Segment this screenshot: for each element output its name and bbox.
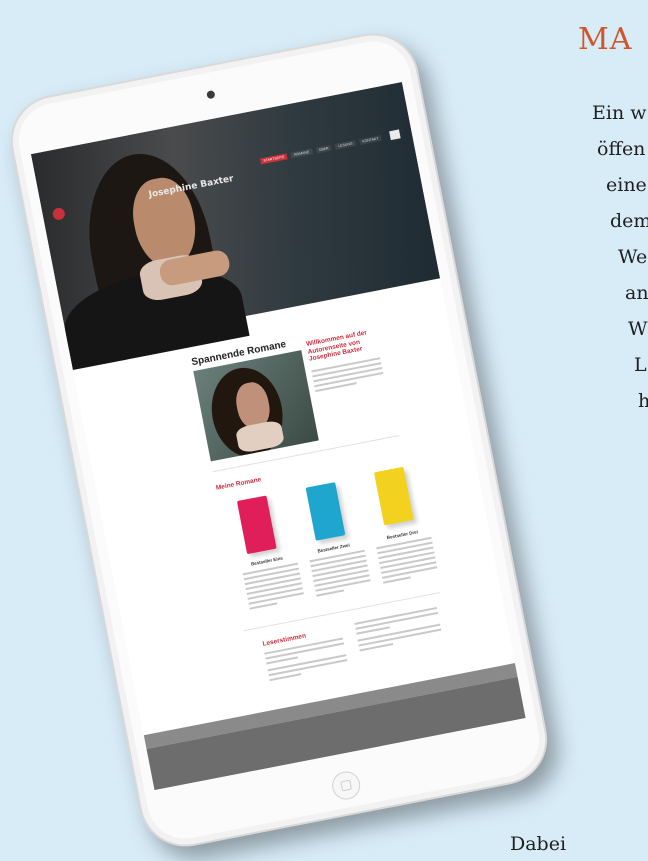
reviews-column-right (354, 606, 443, 654)
book-description (376, 536, 439, 587)
menu-icon[interactable] (389, 129, 401, 141)
side-title: MA (578, 22, 633, 57)
book-cover-two[interactable] (305, 482, 346, 541)
side-line: h (638, 390, 648, 412)
side-line: dem (610, 210, 648, 232)
side-line: L (634, 354, 647, 376)
home-button[interactable] (329, 769, 363, 802)
bottom-text: Dabei (510, 833, 567, 855)
welcome-heading: Willkommen auf der Autorenseite von Jose… (305, 329, 368, 363)
author-portrait (193, 350, 319, 462)
novels-heading: Meine Romane (215, 476, 262, 492)
tablet-device: Josephine Baxter STARTSEITE ROMANE ÜBER … (2, 25, 556, 855)
tablet-screen: Josephine Baxter STARTSEITE ROMANE ÜBER … (30, 81, 526, 791)
nav-item-lesung[interactable]: LESUNG (334, 139, 357, 150)
side-line: eine (606, 174, 647, 196)
logo-icon[interactable] (51, 206, 66, 221)
book-cover-three[interactable] (373, 466, 414, 526)
side-line: We (618, 246, 648, 268)
main-nav: STARTSEITE ROMANE ÜBER LESUNG KONTAKT (259, 134, 382, 165)
camera-icon (206, 89, 216, 100)
welcome-text (311, 357, 384, 395)
nav-item-startseite[interactable]: STARTSEITE (259, 153, 288, 165)
book-description (309, 549, 373, 600)
hero-banner: Josephine Baxter STARTSEITE ROMANE ÜBER … (30, 81, 441, 371)
nav-item-ueber[interactable]: ÜBER (315, 144, 333, 154)
side-line: an (625, 282, 648, 304)
nav-item-romane[interactable]: ROMANE (290, 148, 313, 159)
side-line: öffen (597, 138, 646, 160)
book-description (242, 562, 306, 613)
nav-item-kontakt[interactable]: KONTAKT (358, 134, 382, 146)
book-cover-one[interactable] (236, 495, 277, 555)
side-line: Ein w (592, 102, 647, 124)
side-line: W (628, 318, 648, 340)
